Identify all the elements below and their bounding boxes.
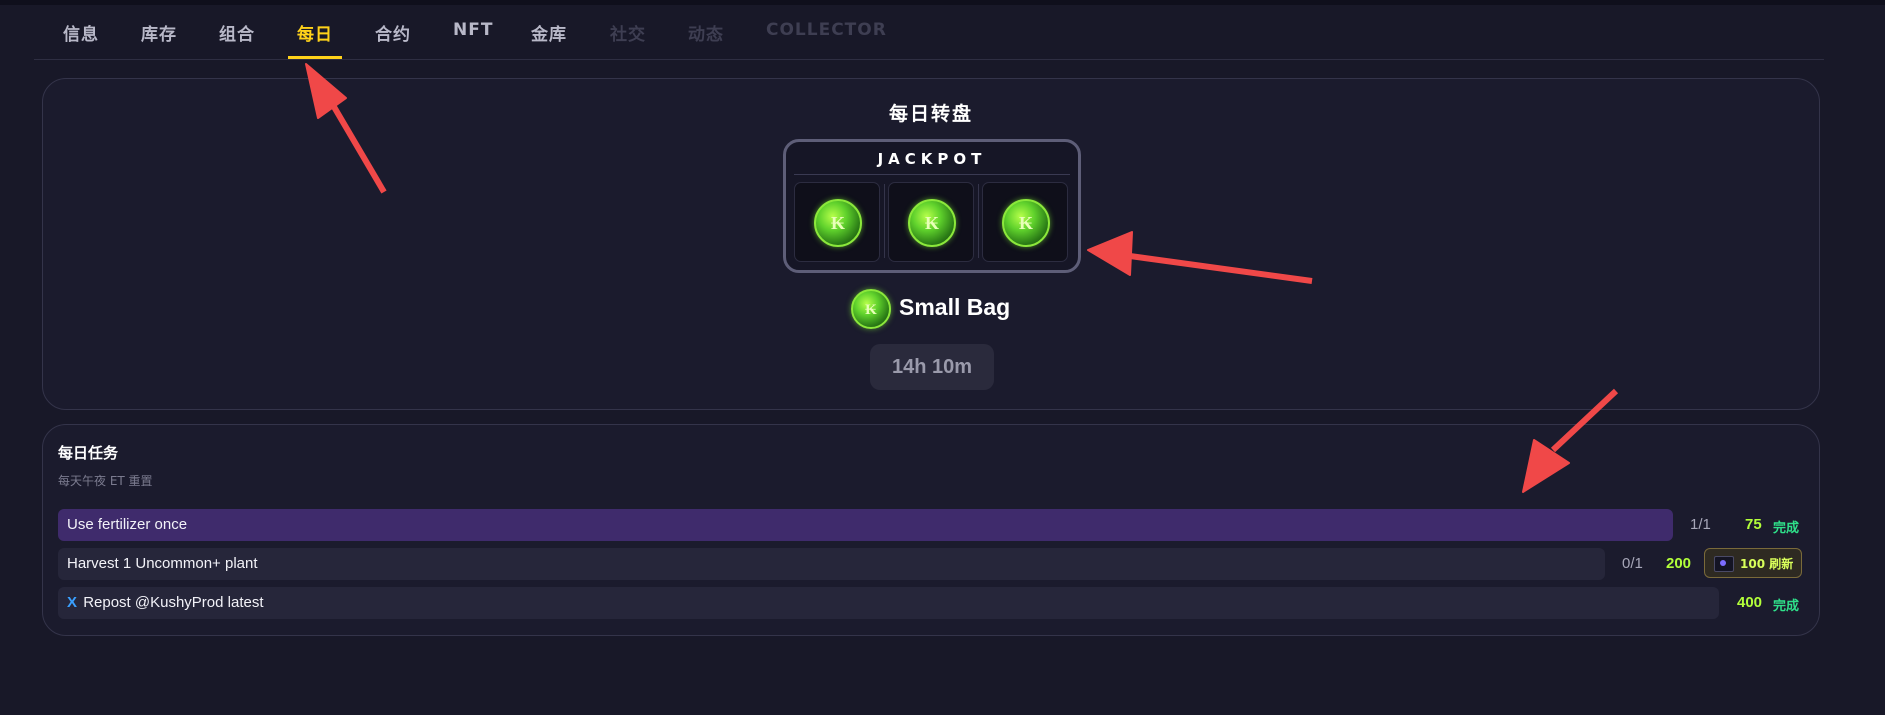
- green-coin-icon: ₭: [1002, 199, 1050, 247]
- task-status-complete: 完成: [1773, 599, 1800, 614]
- tab-info[interactable]: 信息: [63, 20, 99, 45]
- slot-reel-3: ₭: [982, 182, 1068, 262]
- tab-combo[interactable]: 组合: [219, 20, 255, 45]
- tab-contract[interactable]: 合约: [375, 20, 411, 45]
- reel-divider: [978, 184, 979, 258]
- task-progress: 1/1: [1690, 516, 1711, 533]
- task-label: Use fertilizer once: [67, 516, 188, 533]
- task-row[interactable]: Harvest 1 Uncommon+ plant: [58, 548, 1605, 580]
- prize-label: Small Bag: [899, 294, 1011, 320]
- reel-divider: [884, 184, 885, 258]
- task-row[interactable]: Use fertilizer once: [58, 509, 1673, 541]
- tab-activity: 动态: [688, 25, 724, 45]
- tab-daily[interactable]: 每日: [297, 20, 333, 45]
- tab-social: 社交: [610, 25, 646, 45]
- task-reward: 200: [1666, 555, 1692, 572]
- slot-reel-2: ₭: [888, 182, 974, 262]
- task-progress: 0/1: [1622, 555, 1643, 572]
- refresh-ticket-icon: [1714, 556, 1734, 572]
- task-status-complete: 完成: [1773, 521, 1800, 536]
- daily-spin-card: 每日转盘 JACKPOT ₭ ₭ ₭ ₭ Small Bag 14h 10m: [42, 78, 1820, 410]
- slot-machine[interactable]: JACKPOT ₭ ₭ ₭: [783, 139, 1081, 273]
- x-icon: X: [67, 594, 78, 611]
- green-coin-icon: ₭: [851, 289, 891, 329]
- task-reward: 400: [1737, 594, 1763, 611]
- refresh-button-label: 100 刷新: [1740, 557, 1794, 571]
- refresh-task-button[interactable]: 100 刷新: [1704, 548, 1802, 578]
- top-strip: [0, 0, 1885, 5]
- tab-inventory[interactable]: 库存: [141, 20, 177, 45]
- green-coin-icon: ₭: [814, 199, 862, 247]
- tab-bar: 信息 库存 组合 每日 合约 NFT 金库 社交 动态 COLLECTOR: [34, 6, 1824, 60]
- slot-reel-1: ₭: [794, 182, 880, 262]
- task-label: Harvest 1 Uncommon+ plant: [67, 555, 258, 572]
- daily-tasks-title: 每日任务: [58, 444, 119, 462]
- task-label: Repost @KushyProd latest: [83, 594, 264, 611]
- daily-tasks-reset-note: 每天午夜 ET 重置: [58, 474, 153, 488]
- green-coin-icon: ₭: [908, 199, 956, 247]
- prize-result: ₭ Small Bag: [851, 289, 1051, 329]
- tab-nft[interactable]: NFT: [453, 20, 493, 40]
- jackpot-label: JACKPOT: [794, 150, 1070, 175]
- task-row[interactable]: X Repost @KushyProd latest: [58, 587, 1719, 619]
- daily-spin-title: 每日转盘: [888, 103, 973, 125]
- tab-vault[interactable]: 金库: [531, 20, 567, 45]
- daily-tasks-card: 每日任务 每天午夜 ET 重置 Use fertilizer once 1/1 …: [42, 424, 1820, 636]
- task-reward: 75: [1745, 516, 1762, 533]
- spin-countdown-timer: 14h 10m: [870, 344, 994, 390]
- active-tab-indicator: [288, 56, 342, 59]
- tab-collector: COLLECTOR: [766, 20, 887, 40]
